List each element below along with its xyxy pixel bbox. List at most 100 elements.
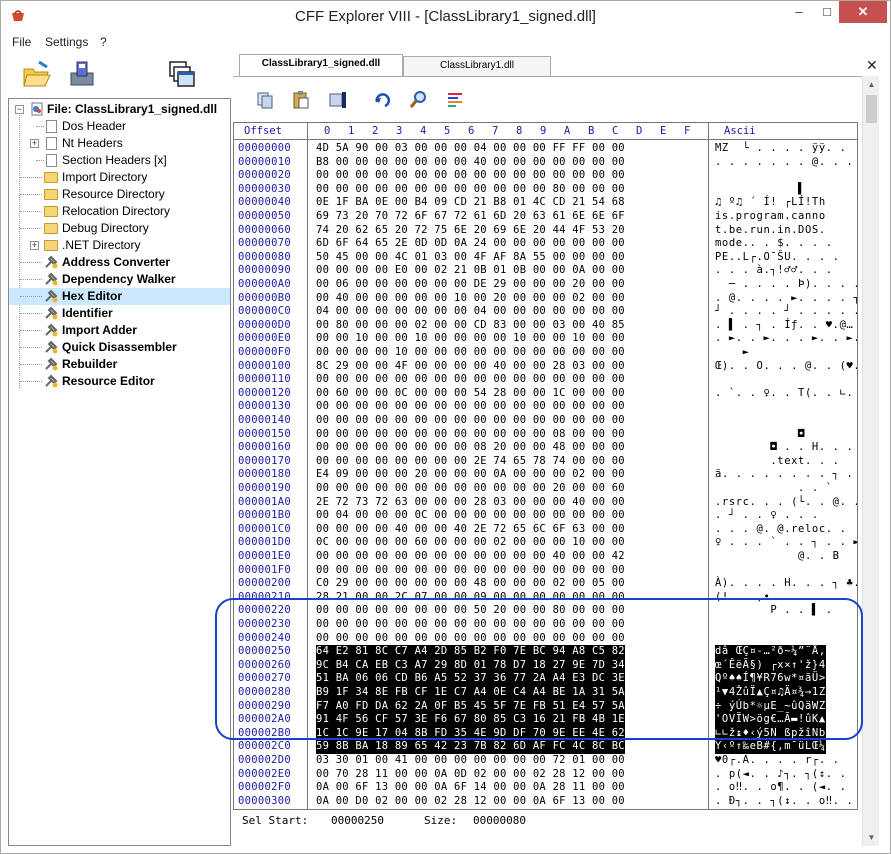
hex-row[interactable]: 000001D0 0C 00 00 00 00 60 00 00 00 02 00…	[234, 536, 857, 550]
hex-row-bytes[interactable]: 00 00 00 00 00 00 00 00 00 00 00 00 80 0…	[316, 183, 625, 197]
hex-row[interactable]: 00000000 4D 5A 90 00 03 00 00 00 04 00 00…	[234, 142, 857, 156]
tree-item-import-directory[interactable]: Import Directory	[9, 169, 229, 186]
hex-row[interactable]: 00000310 0A 6F 15 00 00 0A 28 11 00 00 0A…	[234, 808, 857, 809]
hex-row-ascii[interactable]: Y‹º↑‰eB#{‚m¯üLŒ¼	[715, 740, 826, 754]
hex-row-ascii[interactable]: dâ ŒÇ¤-…²ð~¼”¨Å‚	[715, 645, 826, 659]
tree-item-address-converter[interactable]: Address Converter	[9, 254, 229, 271]
hex-row-bytes[interactable]: C0 29 00 00 00 00 00 00 48 00 00 00 02 0…	[316, 577, 625, 591]
hex-row[interactable]: 000001C0 00 00 00 00 40 00 00 40 2E 72 65…	[234, 523, 857, 537]
hex-row[interactable]: 00000170 00 00 00 00 00 00 00 00 2E 74 65…	[234, 455, 857, 469]
hex-row-bytes[interactable]: 51 BA 06 06 CD B6 A5 52 37 36 77 2A A4 E…	[316, 672, 625, 686]
hex-row[interactable]: 00000180 E4 09 00 00 00 20 00 00 00 0A 00…	[234, 468, 857, 482]
hex-row[interactable]: 00000010 B8 00 00 00 00 00 00 00 40 00 00…	[234, 156, 857, 170]
menu-help[interactable]: ?	[100, 35, 107, 49]
hex-row[interactable]: 00000280 B9 1F 34 8E FB CF 1E C7 A4 0E C4…	[234, 686, 857, 700]
tree-item-section-headers[interactable]: Section Headers [x]	[9, 152, 229, 169]
hex-row[interactable]: 000001A0 2E 72 73 72 63 00 00 00 28 03 00…	[234, 496, 857, 510]
hex-row[interactable]: 00000210 28 21 00 00 2C 07 00 00 09 00 00…	[234, 591, 857, 605]
maximize-button[interactable]: □	[813, 1, 841, 23]
hex-row[interactable]: 00000240 00 00 00 00 00 00 00 00 00 00 00…	[234, 632, 857, 646]
hex-row[interactable]: 000001B0 00 04 00 00 00 0C 00 00 00 00 00…	[234, 509, 857, 523]
tree-item-rebuilder[interactable]: Rebuilder	[9, 356, 229, 373]
scroll-down-icon[interactable]: ▼	[863, 829, 880, 846]
hex-row[interactable]: 000001F0 00 00 00 00 00 00 00 00 00 00 00…	[234, 564, 857, 578]
hex-row[interactable]: 00000150 00 00 00 00 00 00 00 00 00 00 00…	[234, 428, 857, 442]
hex-row-ascii[interactable]: . . . @. @.reloc. .	[715, 523, 847, 537]
hex-row-bytes[interactable]: 6D 6F 64 65 2E 0D 0D 0A 24 00 00 00 00 0…	[316, 237, 625, 251]
open-file-icon[interactable]	[21, 59, 51, 89]
hex-row-bytes[interactable]: 00 00 00 00 E0 00 02 21 0B 01 0B 00 00 0…	[316, 264, 625, 278]
hex-row[interactable]: 000002A0 91 4F 56 CF 57 3E F6 67 80 85 C3…	[234, 713, 857, 727]
hex-row-ascii[interactable]: ◘	[715, 428, 805, 442]
hex-row-bytes[interactable]: 00 00 00 00 00 00 00 00 00 00 00 00 40 0…	[316, 550, 625, 564]
hex-row-ascii[interactable]: P . . ▌ .	[715, 604, 833, 618]
hex-row[interactable]: 000002B0 1C 1C 9E 17 04 8B FD 35 4E 9D DF…	[234, 726, 857, 741]
hex-row-ascii[interactable]: ♥0┌.A. . . . r┌. .	[715, 754, 840, 768]
hex-row-bytes[interactable]: 00 06 00 00 00 00 00 00 DE 29 00 00 00 2…	[316, 278, 625, 292]
close-tab-icon[interactable]: ✕	[866, 57, 878, 74]
hex-view[interactable]: Offset 0 1 2 3 4 5 6 7 8 9 A B C D E F A…	[233, 122, 858, 810]
hex-row-ascii[interactable]: ∟∟ž↨♦‹ý5N ßpžîNb	[715, 726, 826, 741]
tree-item-net-directory[interactable]: + .NET Directory	[9, 237, 229, 254]
paste-icon[interactable]	[291, 90, 311, 110]
hex-row[interactable]: 00000190 00 00 00 00 00 00 00 00 00 00 00…	[234, 482, 857, 496]
hex-row-bytes[interactable]: 00 60 00 00 0C 00 00 00 54 28 00 00 1C 0…	[316, 387, 625, 401]
hex-row-ascii[interactable]: . `. . ♀. . T(. . ∟. . .	[715, 387, 857, 401]
expand-icon[interactable]: +	[30, 139, 39, 148]
hex-row[interactable]: 00000220 00 00 00 00 00 00 00 00 50 20 00…	[234, 604, 857, 618]
hex-row[interactable]: 00000270 51 BA 06 06 CD B6 A5 52 37 36 77…	[234, 672, 857, 686]
menu-settings[interactable]: Settings	[45, 35, 88, 49]
hex-row-ascii[interactable]: . . . à.┐!♂♂. . .	[715, 264, 833, 278]
hex-row-bytes[interactable]: 00 00 00 00 00 00 00 00 00 00 00 00 00 0…	[316, 564, 625, 578]
tab-classlibrary1[interactable]: ClassLibrary1.dll	[403, 56, 551, 76]
hex-row[interactable]: 000000F0 00 00 00 00 10 00 00 00 00 00 00…	[234, 346, 857, 360]
scroll-thumb[interactable]	[866, 95, 877, 123]
hex-row[interactable]: 00000110 00 00 00 00 00 00 00 00 00 00 00…	[234, 373, 857, 387]
hex-row-ascii[interactable]: ♀ . . . ` . . ┐ . . ►. .	[715, 536, 857, 550]
hex-row[interactable]: 000000D0 00 80 00 00 00 02 00 00 CD 83 00…	[234, 319, 857, 333]
hex-row-bytes[interactable]: 1C 1C 9E 17 04 8B FD 35 4E 9D DF 70 9E E…	[316, 726, 625, 741]
hex-row-ascii[interactable]: (!. . ,•. . . . . .	[715, 591, 847, 605]
hex-row-bytes[interactable]: 00 00 00 00 00 00 00 00 00 00 00 00 00 0…	[316, 400, 625, 414]
hex-row[interactable]: 000000B0 00 40 00 00 00 00 00 10 00 20 00…	[234, 292, 857, 306]
hex-row[interactable]: 000002D0 03 30 01 00 41 00 00 00 00 00 00…	[234, 754, 857, 768]
hex-row-ascii[interactable]: Œ). . O. . . @. . (♥. .	[715, 360, 857, 374]
hex-row[interactable]: 00000040 0E 1F BA 0E 00 B4 09 CD 21 B8 01…	[234, 196, 857, 210]
tree-root[interactable]: − File: ClassLibrary1_signed.dll	[11, 101, 229, 118]
hex-row-bytes[interactable]: 0C 00 00 00 00 60 00 00 00 02 00 00 00 1…	[316, 536, 625, 550]
hex-row[interactable]: 000002C0 59 8B BA 18 89 65 42 23 7B 82 6D…	[234, 740, 857, 754]
tree-item-debug-directory[interactable]: Debug Directory	[9, 220, 229, 237]
hex-row-ascii[interactable]: PE..L┌.O¯ŠU. . . .	[715, 251, 840, 265]
collapse-icon[interactable]: −	[15, 105, 24, 114]
expand-icon[interactable]: +	[30, 241, 39, 250]
hex-row-ascii[interactable]: . . `	[715, 482, 833, 496]
hex-row-bytes[interactable]: 00 00 00 00 00 00 00 00 2E 74 65 78 74 0…	[316, 455, 625, 469]
hex-row[interactable]: 00000080 50 45 00 00 4C 01 03 00 4F AF 8A…	[234, 251, 857, 265]
hex-row[interactable]: 00000120 00 60 00 00 0C 00 00 00 54 28 00…	[234, 387, 857, 401]
hex-row[interactable]: 00000250 64 E2 81 8C C7 A4 2D 85 B2 F0 7E…	[234, 645, 857, 659]
close-button[interactable]: ✕	[839, 1, 887, 23]
tree-item-hex-editor[interactable]: Hex Editor	[9, 288, 230, 305]
vertical-scrollbar[interactable]: ▲ ▼	[862, 76, 879, 846]
hex-row[interactable]: 000000C0 04 00 00 00 00 00 00 00 04 00 00…	[234, 305, 857, 319]
hex-row-bytes[interactable]: 00 00 00 00 00 00 00 00 00 00 00 00 00 0…	[316, 632, 625, 646]
hex-row-bytes[interactable]: 28 21 00 00 2C 07 00 00 09 00 00 00 00 0…	[316, 591, 625, 605]
menu-file[interactable]: File	[12, 35, 31, 49]
tab-classlibrary1-signed[interactable]: ClassLibrary1_signed.dll	[239, 54, 403, 76]
hex-row-bytes[interactable]: 00 00 00 00 00 00 00 00 00 00 00 00 00 0…	[316, 169, 625, 183]
hex-row[interactable]: 00000020 00 00 00 00 00 00 00 00 00 00 00…	[234, 169, 857, 183]
hex-row-ascii[interactable]: .text. . .	[715, 455, 840, 469]
hex-row[interactable]: 00000140 00 00 00 00 00 00 00 00 00 00 00…	[234, 414, 857, 428]
hex-row[interactable]: 00000260 9C B4 CA EB C3 A7 29 8D 01 78 D7…	[234, 658, 857, 673]
hex-row-bytes[interactable]: 00 00 00 00 00 00 00 00 00 00 00 00 00 0…	[316, 373, 625, 387]
hex-row-ascii[interactable]: ♫ º♫ ´ Í! ┌LÍ!Th	[715, 196, 826, 210]
hex-row[interactable]: 00000090 00 00 00 00 E0 00 02 21 0B 01 0B…	[234, 264, 857, 278]
hex-row-ascii[interactable]: . o‼. . o¶. . (◄. .	[715, 781, 847, 795]
hex-row-bytes[interactable]: 00 00 00 00 00 00 00 00 00 00 00 00 20 0…	[316, 482, 625, 496]
hex-row[interactable]: 000001E0 00 00 00 00 00 00 00 00 00 00 00…	[234, 550, 857, 564]
hex-row-bytes[interactable]: 64 E2 81 8C C7 A4 2D 85 B2 F0 7E BC 94 A…	[316, 645, 625, 659]
hex-row-bytes[interactable]: 00 00 00 00 00 00 00 00 50 20 00 00 80 0…	[316, 604, 625, 618]
hex-row-bytes[interactable]: 2E 72 73 72 63 00 00 00 28 03 00 00 00 4…	[316, 496, 625, 510]
hex-row[interactable]: 000000E0 00 00 10 00 00 10 00 00 00 00 10…	[234, 332, 857, 346]
hex-row-ascii[interactable]: ▌	[715, 183, 805, 197]
